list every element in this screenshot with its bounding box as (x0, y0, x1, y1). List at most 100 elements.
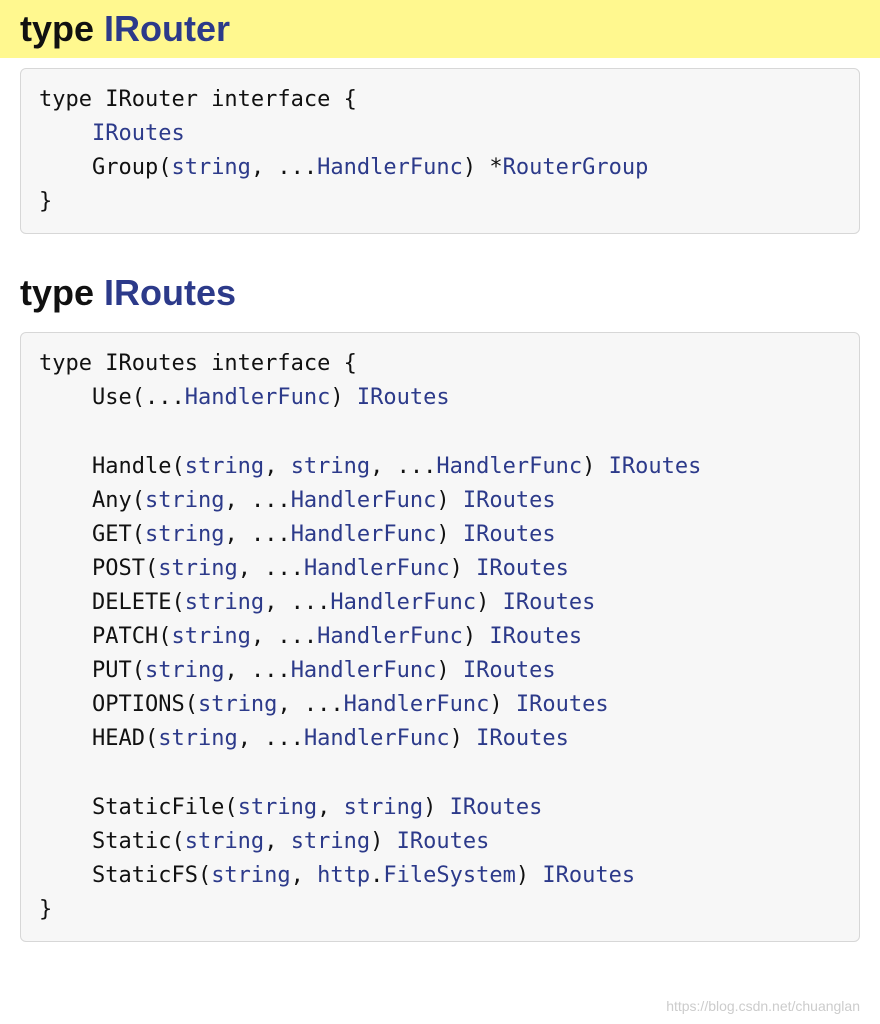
code-type-link[interactable]: HandlerFunc (185, 385, 331, 410)
code-type-link[interactable]: HandlerFunc (291, 658, 437, 683)
code-text: , ... (224, 488, 290, 513)
code-text: ) (450, 726, 477, 751)
code-builtin-type[interactable]: string (291, 829, 370, 854)
code-builtin-type[interactable]: string (185, 454, 264, 479)
code-text: , ... (238, 556, 304, 581)
code-type-link[interactable]: IRoutes (463, 658, 556, 683)
code-type-link[interactable]: IRoutes (476, 556, 569, 581)
code-builtin-type[interactable]: string (158, 726, 237, 751)
code-text: PUT( (39, 658, 145, 683)
code-builtin-type[interactable]: string (211, 863, 290, 888)
code-text: StaticFS( (39, 863, 211, 888)
code-text: Group( (39, 155, 171, 180)
code-text: Static( (39, 829, 185, 854)
code-builtin-type[interactable]: string (171, 155, 250, 180)
code-text: ) (516, 863, 543, 888)
code-type-link[interactable]: IRoutes (92, 121, 185, 146)
watermark-text: https://blog.csdn.net/chuanglan (666, 998, 860, 1014)
code-text: ) (370, 829, 397, 854)
code-type-link[interactable]: IRoutes (450, 795, 543, 820)
code-builtin-type[interactable]: string (238, 795, 317, 820)
code-builtin-type[interactable]: string (185, 590, 264, 615)
code-text: , (317, 795, 344, 820)
code-type-link[interactable]: IRoutes (357, 385, 450, 410)
code-block: type IRouter interface { IRoutes Group(s… (20, 68, 860, 234)
type-heading: type IRouter (0, 0, 880, 58)
type-keyword: type (20, 8, 94, 49)
type-name-link[interactable]: IRoutes (104, 272, 236, 313)
code-type-link[interactable]: HandlerFunc (291, 522, 437, 547)
code-text: , (264, 454, 291, 479)
code-type-link[interactable]: HandlerFunc (317, 155, 463, 180)
code-text: ) (489, 692, 516, 717)
code-text: ) (450, 556, 477, 581)
code-text: PATCH( (39, 624, 171, 649)
code-text: POST( (39, 556, 158, 581)
code-text: DELETE( (39, 590, 185, 615)
code-type-link[interactable]: HandlerFunc (304, 556, 450, 581)
code-builtin-type[interactable]: string (158, 556, 237, 581)
code-text: Handle( (39, 454, 185, 479)
code-text: ) (476, 590, 503, 615)
code-type-link[interactable]: IRoutes (489, 624, 582, 649)
code-builtin-type[interactable]: string (198, 692, 277, 717)
code-builtin-type[interactable]: string (145, 522, 224, 547)
code-text: ) (436, 488, 463, 513)
code-block: type IRoutes interface { Use(...HandlerF… (20, 332, 860, 942)
code-type-link[interactable]: HandlerFunc (304, 726, 450, 751)
code-text: type IRouter interface { (39, 87, 357, 112)
code-text: } (39, 897, 52, 922)
code-text: } (39, 189, 52, 214)
code-type-link[interactable]: HandlerFunc (436, 454, 582, 479)
code-text: , ... (224, 658, 290, 683)
code-builtin-type[interactable]: string (171, 624, 250, 649)
code-type-link[interactable]: IRoutes (476, 726, 569, 751)
code-text: ) (330, 385, 357, 410)
code-text: Use(... (39, 385, 185, 410)
code-text: Any( (39, 488, 145, 513)
type-keyword: type (20, 272, 94, 313)
code-text: , ... (224, 522, 290, 547)
code-type-link[interactable]: FileSystem (383, 863, 515, 888)
code-text (39, 121, 92, 146)
code-type-link[interactable]: IRoutes (463, 522, 556, 547)
code-type-link[interactable]: IRoutes (503, 590, 596, 615)
code-text: , ... (238, 726, 304, 751)
code-text: , (291, 863, 318, 888)
code-text: HEAD( (39, 726, 158, 751)
code-builtin-type[interactable]: string (291, 454, 370, 479)
type-name-link[interactable]: IRouter (104, 8, 230, 49)
code-text: , ... (264, 590, 330, 615)
code-text: ) (436, 522, 463, 547)
code-type-link[interactable]: IRoutes (463, 488, 556, 513)
code-text: ) * (463, 155, 503, 180)
code-type-link[interactable]: HandlerFunc (291, 488, 437, 513)
code-text: type IRoutes interface { (39, 351, 357, 376)
type-heading: type IRoutes (0, 264, 880, 322)
code-text: StaticFile( (39, 795, 238, 820)
code-text: , ... (251, 624, 317, 649)
code-text: ) (582, 454, 609, 479)
code-type-link[interactable]: IRoutes (397, 829, 490, 854)
code-type-link[interactable]: RouterGroup (503, 155, 649, 180)
code-builtin-type[interactable]: string (145, 658, 224, 683)
code-text: , ... (277, 692, 343, 717)
code-text: , (264, 829, 291, 854)
code-type-link[interactable]: IRoutes (516, 692, 609, 717)
code-type-link[interactable]: HandlerFunc (344, 692, 490, 717)
code-builtin-type[interactable]: string (185, 829, 264, 854)
code-text: , ... (251, 155, 317, 180)
code-text: , ... (370, 454, 436, 479)
code-builtin-type[interactable]: string (344, 795, 423, 820)
code-type-link[interactable]: HandlerFunc (317, 624, 463, 649)
code-text: ) (463, 624, 490, 649)
code-builtin-type[interactable]: string (145, 488, 224, 513)
code-type-link[interactable]: http (317, 863, 370, 888)
code-type-link[interactable]: IRoutes (542, 863, 635, 888)
code-text: ) (436, 658, 463, 683)
code-type-link[interactable]: HandlerFunc (330, 590, 476, 615)
code-text: . (370, 863, 383, 888)
code-text: OPTIONS( (39, 692, 198, 717)
code-text: GET( (39, 522, 145, 547)
code-type-link[interactable]: IRoutes (609, 454, 702, 479)
